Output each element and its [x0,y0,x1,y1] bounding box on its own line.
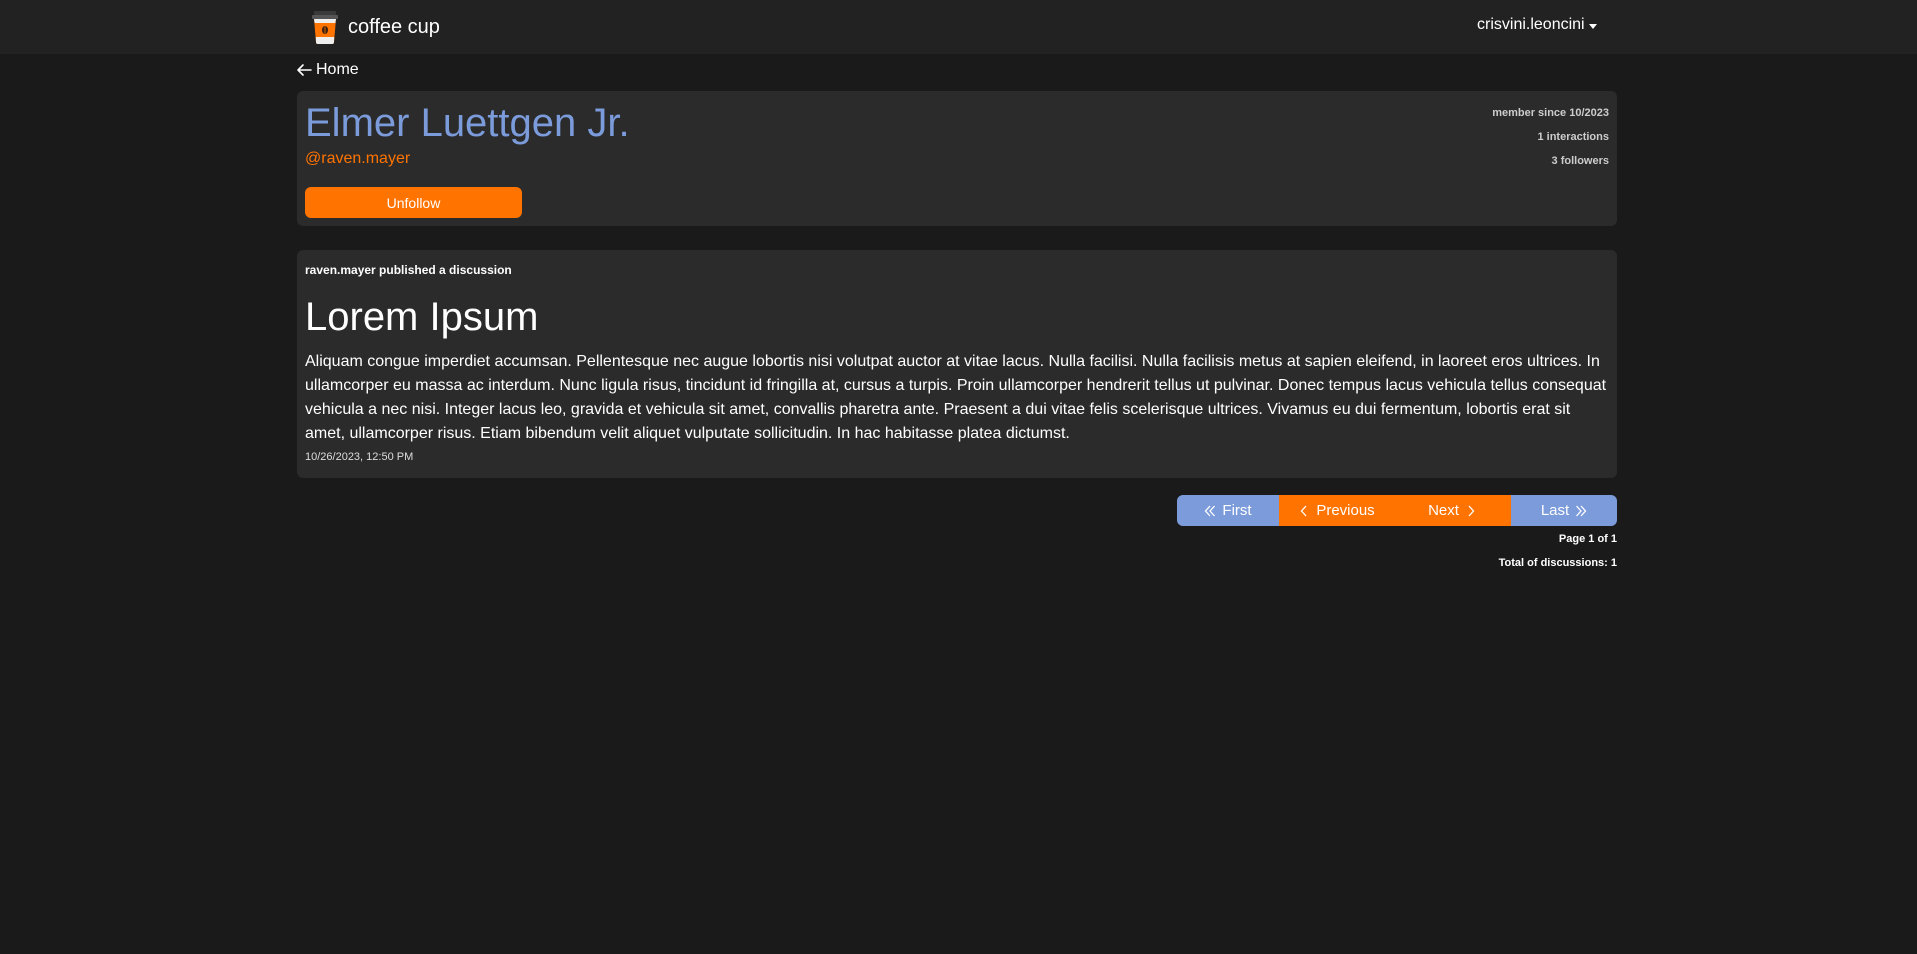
discussion-body: Aliquam congue imperdiet accumsan. Pelle… [305,353,1607,442]
last-page-label: Last [1540,502,1570,519]
profile-handle: @raven.mayer [305,150,411,167]
top-navbar: coffee cup crisvini.leoncini [0,0,1917,54]
member-since: member since 10/2023 [1492,107,1609,119]
discussion-title: Lorem Ipsum [305,295,539,339]
discussion-date: 10/26/2023, 12:50 PM [305,451,414,463]
brand-name: coffee cup [348,15,440,38]
discussion-card[interactable]: raven.mayer published a discussion Lorem… [297,250,1617,478]
back-home-link[interactable]: Home [296,59,359,81]
total-discussions: Total of discussions: 1 [1498,557,1617,569]
coffee-cup-icon [312,11,338,44]
double-chevron-left-icon [1205,505,1216,516]
profile-card: Elmer Luettgen Jr. @raven.mayer Unfollow… [297,91,1617,226]
next-page-label: Next [1428,502,1459,519]
followers-count: 3 followers [1551,155,1609,167]
last-page-button[interactable]: Last [1511,495,1617,526]
profile-name: Elmer Luettgen Jr. [305,101,630,145]
arrow-left-icon [297,64,312,76]
brand-link[interactable]: coffee cup [312,8,440,46]
first-page-label: First [1222,502,1252,519]
chevron-right-icon [1468,505,1475,516]
next-page-button[interactable]: Next [1394,495,1511,526]
page-indicator: Page 1 of 1 [1558,533,1617,545]
caret-down-icon [1588,23,1597,29]
chevron-left-icon [1300,505,1307,516]
username-label: crisvini.leoncini [1477,16,1585,33]
previous-page-label: Previous [1316,502,1375,519]
pagination: First Previous Next Last [1177,495,1617,526]
user-menu-dropdown[interactable]: crisvini.leoncini [1477,14,1597,36]
first-page-button[interactable]: First [1177,495,1279,526]
profile-stats: member since 10/2023 1 interactions 3 fo… [1492,105,1609,177]
double-chevron-right-icon [1576,505,1587,516]
unfollow-button[interactable]: Unfollow [305,187,522,218]
interactions-count: 1 interactions [1537,131,1609,143]
previous-page-button[interactable]: Previous [1279,495,1394,526]
back-home-label: Home [316,61,359,78]
discussion-meta: raven.mayer published a discussion [305,263,512,277]
